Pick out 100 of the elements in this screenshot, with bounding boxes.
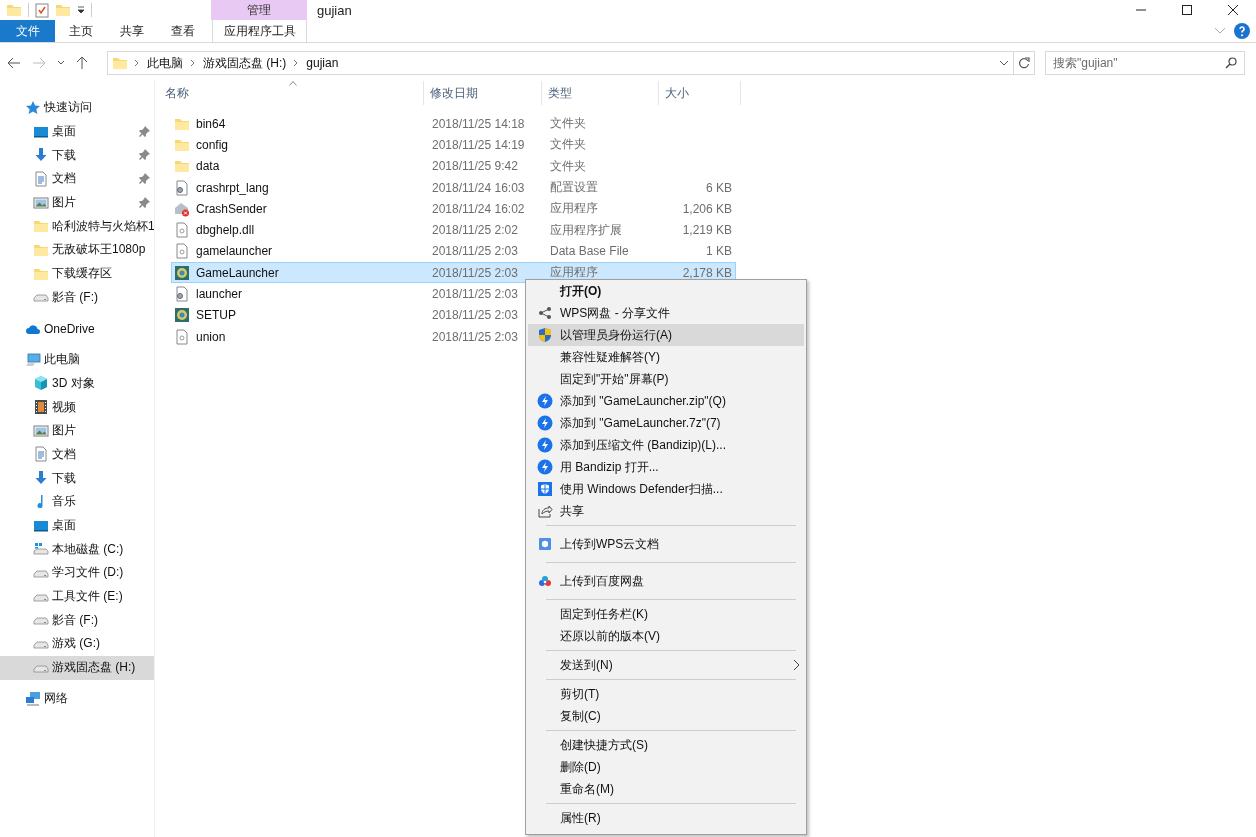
sidebar-item[interactable]: 快速访问	[0, 96, 154, 120]
help-icon[interactable]	[1234, 23, 1250, 39]
breadcrumb[interactable]: 游戏固态盘 (H:)	[202, 54, 288, 72]
menu-item[interactable]: 添加到 "GameLauncher.7z"(7)	[528, 412, 804, 434]
menu-item[interactable]: 使用 Windows Defender扫描...	[528, 478, 804, 500]
breadcrumb[interactable]: 此电脑	[146, 54, 184, 72]
sidebar-item[interactable]: 无敌破坏王1080p	[0, 238, 154, 262]
file-row[interactable]: data 2018/11/25 9:42 文件夹	[171, 155, 736, 177]
file-name: crashrpt_lang	[196, 180, 269, 195]
picture-icon	[33, 422, 49, 439]
modified-date: 2018/11/25 2:02	[431, 223, 519, 238]
menu-item[interactable]: 兼容性疑难解答(Y)	[528, 346, 804, 368]
file-row[interactable]: crashrpt_lang 2018/11/24 16:03 配置设置 6 KB	[171, 176, 736, 199]
sidebar-item[interactable]: OneDrive	[0, 316, 154, 341]
file-tab[interactable]: 文件	[0, 20, 55, 42]
column-header[interactable]: 修改日期	[424, 81, 542, 105]
ribbon-tab[interactable]: 共享	[106, 20, 157, 42]
file-name: union	[196, 329, 226, 344]
menu-item[interactable]: 创建快捷方式(S)	[528, 734, 804, 756]
menu-item[interactable]: 以管理员身份运行(A)	[528, 324, 804, 346]
pin-icon[interactable]	[139, 196, 150, 208]
file-name: launcher	[196, 287, 243, 301]
folder-icon	[112, 55, 128, 71]
up-arrow-icon[interactable]	[76, 56, 88, 70]
sidebar-item[interactable]: 桌面	[0, 119, 154, 144]
modified-date: 2018/11/25 2:03	[431, 265, 519, 280]
sidebar-item[interactable]: 下载缓存区	[0, 261, 154, 286]
menu-item[interactable]: 复制(C)	[528, 705, 804, 727]
menu-item[interactable]: 添加到 "GameLauncher.zip"(Q)	[528, 390, 804, 412]
sidebar-item[interactable]: 工具文件 (E:)	[0, 584, 154, 609]
bandizip-icon	[537, 415, 553, 431]
file-type: 文件夹	[549, 157, 587, 175]
file-icon	[174, 328, 190, 345]
file-icon	[174, 243, 190, 260]
menu-item[interactable]: 删除(D)	[528, 756, 804, 778]
file-row[interactable]: gamelauncher 2018/11/25 2:03 Data Base File 1 KB	[171, 240, 736, 263]
modified-date: 2018/11/24 16:03	[431, 180, 526, 195]
menu-item[interactable]: 添加到压缩文件 (Bandizip)(L)...	[528, 434, 804, 456]
shield-icon	[537, 327, 553, 343]
sidebar-item[interactable]: 文档	[0, 442, 154, 467]
pin-icon[interactable]	[139, 125, 150, 137]
sidebar-item[interactable]: 影音 (F:)	[0, 285, 154, 310]
dropdown-arrow-icon[interactable]	[77, 6, 85, 14]
sidebar-item[interactable]: 网络	[0, 687, 154, 711]
pin-icon[interactable]	[139, 149, 150, 161]
sidebar-item[interactable]: 3D 对象	[0, 371, 154, 396]
sidebar-item[interactable]: 图片	[0, 190, 154, 215]
network-icon	[25, 690, 41, 707]
sidebar-item[interactable]: 下载	[0, 466, 154, 490]
sidebar-item[interactable]: 视频	[0, 395, 154, 419]
recent-dropdown-icon[interactable]	[57, 60, 65, 66]
sidebar-item[interactable]: 图片	[0, 418, 154, 443]
menu-item[interactable]: 上传到WPS云文档	[528, 529, 804, 559]
sidebar-item[interactable]: 游戏 (G:)	[0, 632, 154, 656]
menu-item[interactable]: WPS网盘 - 分享文件	[528, 302, 804, 324]
menu-item[interactable]: 剪切(T)	[528, 683, 804, 705]
sidebar-item[interactable]: 游戏固态盘 (H:)	[0, 655, 154, 680]
sidebar-item[interactable]: 下载	[0, 143, 154, 168]
sidebar-item[interactable]: 桌面	[0, 513, 154, 538]
column-header[interactable]: 类型	[542, 81, 659, 105]
file-row[interactable]: CrashSender 2018/11/24 16:02 应用程序 1,206 KB	[171, 198, 736, 220]
pin-icon[interactable]	[139, 173, 150, 185]
computer-icon	[25, 351, 41, 368]
sidebar-item[interactable]: 学习文件 (D:)	[0, 561, 154, 585]
search-field[interactable]: 搜索"gujian"	[1045, 51, 1245, 75]
search-icon[interactable]	[1225, 57, 1237, 69]
sidebar-item[interactable]: 哈利波特与火焰杯1	[0, 214, 154, 239]
sidebar-item[interactable]: 此电脑	[0, 347, 154, 372]
menu-item[interactable]: 上传到百度网盘	[528, 566, 804, 596]
sidebar-item[interactable]: 影音 (F:)	[0, 608, 154, 633]
breadcrumb[interactable]: gujian	[305, 56, 340, 70]
column-header[interactable]: 大小	[659, 81, 741, 105]
menu-item[interactable]: 还原以前的版本(V)	[528, 625, 804, 647]
address-bar[interactable]: 此电脑 游戏固态盘 (H:) gujian	[107, 51, 1035, 75]
close-icon[interactable]	[1227, 4, 1239, 16]
ribbon-tab[interactable]: 主页	[55, 20, 106, 42]
refresh-icon[interactable]	[1018, 57, 1030, 69]
menu-item[interactable]: 属性(R)	[528, 807, 804, 829]
menu-item[interactable]: 发送到(N)	[528, 654, 804, 676]
back-arrow-icon[interactable]	[7, 57, 21, 69]
maximize-icon[interactable]	[1181, 4, 1193, 16]
file-row[interactable]: GameLauncher 2018/11/25 2:03 应用程序 2,178 KB	[171, 262, 736, 284]
file-row[interactable]: dbghelp.dll 2018/11/25 2:02 应用程序扩展 1,219 KB	[171, 219, 736, 241]
ribbon-tab[interactable]: 应用程序工具	[212, 20, 307, 42]
menu-item[interactable]: 共享	[528, 500, 804, 522]
file-row[interactable]: config 2018/11/25 14:19 文件夹	[171, 134, 736, 156]
sidebar-item[interactable]: 音乐	[0, 490, 154, 514]
dropdown-icon[interactable]	[999, 60, 1009, 66]
menu-item[interactable]: 固定到任务栏(K)	[528, 603, 804, 625]
column-header[interactable]: 名称	[159, 81, 424, 105]
ribbon-tab[interactable]: 查看	[157, 20, 208, 42]
settings-file-icon	[174, 286, 190, 302]
star-icon	[25, 99, 41, 116]
sidebar-item[interactable]: 本地磁盘 (C:)	[0, 537, 154, 562]
menu-item[interactable]: 固定到"开始"屏幕(P)	[528, 368, 804, 390]
file-row[interactable]: bin64 2018/11/25 14:18 文件夹	[171, 113, 736, 135]
menu-item[interactable]: 用 Bandizip 打开...	[528, 456, 804, 478]
sidebar-item[interactable]: 文档	[0, 167, 154, 191]
share-icon	[538, 306, 552, 320]
menu-item[interactable]: 重命名(M)	[528, 778, 804, 800]
